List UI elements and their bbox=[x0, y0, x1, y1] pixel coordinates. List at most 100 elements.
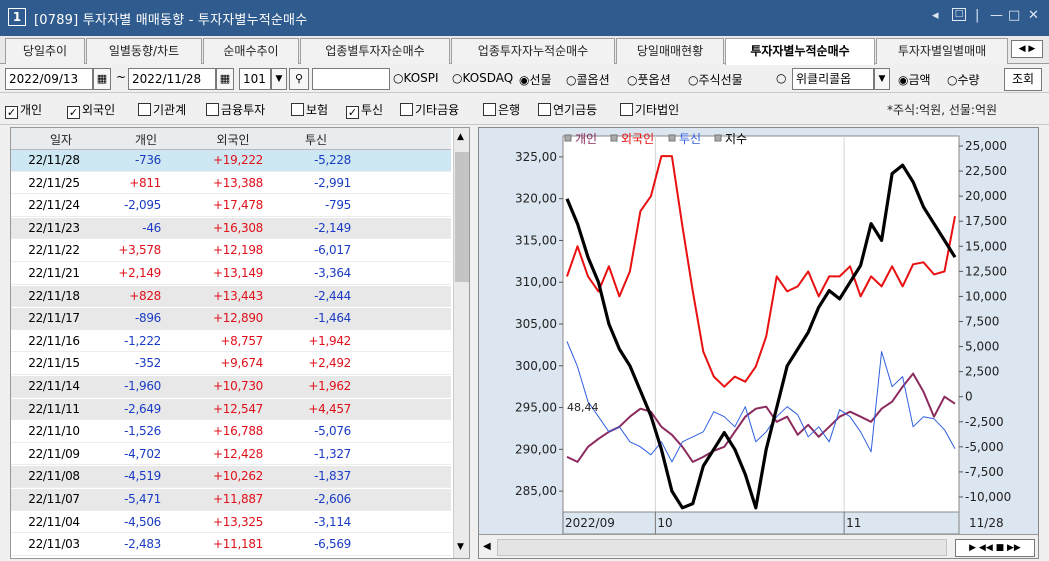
radio-kospi[interactable]: ○KOSPI bbox=[393, 71, 439, 85]
legend-label: 개인 bbox=[575, 132, 597, 146]
table-cell: 22/11/09 bbox=[28, 446, 80, 461]
calendar-icon[interactable]: ▦ bbox=[216, 68, 234, 90]
name-field[interactable] bbox=[312, 68, 390, 90]
radio-stock-futures[interactable]: ○주식선물 bbox=[688, 71, 743, 88]
window-restore-icon[interactable]: □ bbox=[952, 8, 966, 21]
tab-sector-investor[interactable]: 업종별투자자순매수 bbox=[300, 38, 450, 64]
table-row[interactable]: 22/11/11 -2,649 +12,547 +4,457 bbox=[11, 398, 451, 421]
checkbox-insurance[interactable]: 보험 bbox=[291, 101, 328, 118]
chevron-down-icon[interactable]: ▼ bbox=[271, 68, 287, 90]
table-row[interactable]: 22/11/17 -896 +12,890 -1,464 bbox=[11, 308, 451, 330]
radio-weekly[interactable]: ○ bbox=[776, 71, 786, 85]
table-row[interactable]: 22/11/22 +3,578 +12,198 -6,017 bbox=[11, 240, 451, 262]
maximize-icon[interactable]: □ bbox=[1008, 8, 1020, 23]
radio-amount[interactable]: ◉금액 bbox=[898, 71, 931, 88]
tab-investor-daily[interactable]: 투자자별일별매매 bbox=[876, 38, 1008, 64]
tab-scroll-arrows-icon[interactable]: ◀ ▶ bbox=[1011, 40, 1043, 58]
table-cell: +10,262 bbox=[213, 469, 263, 484]
table-cell: +12,428 bbox=[213, 446, 263, 461]
col-individual[interactable]: 개인 bbox=[121, 131, 171, 148]
tab-daily-trend[interactable]: 당일추이 bbox=[5, 38, 85, 64]
close-icon[interactable]: ✕ bbox=[1028, 8, 1039, 23]
scroll-left-icon[interactable]: ◀ bbox=[483, 541, 491, 552]
table-row[interactable]: 22/11/18 +828 +13,443 -2,444 bbox=[11, 285, 451, 308]
checkbox-other-finance[interactable]: 기타금융 bbox=[400, 101, 459, 118]
table-row[interactable]: 22/11/04 -4,506 +13,325 -3,114 bbox=[11, 512, 451, 534]
chart-scroll-track[interactable] bbox=[497, 539, 947, 556]
left-tick-label: 300,00 bbox=[515, 359, 557, 373]
checkbox-individual[interactable]: ✓ 개인 bbox=[5, 101, 42, 119]
marker-value-label: 48,44 bbox=[567, 401, 599, 414]
table-row[interactable]: 22/11/23 -46 +16,308 -2,149 bbox=[11, 217, 451, 240]
scroll-thumb[interactable] bbox=[455, 152, 469, 282]
table-row[interactable]: 22/11/25 +811 +13,388 -2,991 bbox=[11, 173, 451, 195]
start-date-field[interactable]: 2022/09/13 bbox=[5, 68, 93, 90]
table-row[interactable]: 22/11/24 -2,095 +17,478 -795 bbox=[11, 195, 451, 217]
radio-kosdaq[interactable]: ○KOSDAQ bbox=[452, 71, 513, 85]
x-end-label: 11/28 bbox=[969, 516, 1004, 530]
table-cell: +8,757 bbox=[220, 333, 263, 348]
checkbox-bank[interactable]: 은행 bbox=[483, 101, 520, 118]
table-cell: -795 bbox=[324, 198, 351, 213]
vertical-scrollbar[interactable]: ▲ ▼ bbox=[453, 128, 469, 558]
right-tick-label: 12,500 bbox=[965, 264, 1007, 278]
table-cell: -2,483 bbox=[124, 537, 161, 552]
checkbox-investment-trust[interactable]: ✓ 투신 bbox=[346, 101, 383, 119]
scroll-up-icon[interactable]: ▲ bbox=[457, 132, 464, 142]
table-cell: -1,464 bbox=[314, 311, 351, 326]
calendar-icon[interactable]: ▦ bbox=[93, 68, 111, 90]
tab-today-trading[interactable]: 당일매매현황 bbox=[616, 38, 724, 64]
query-button[interactable]: 조회 bbox=[1004, 68, 1042, 91]
col-foreign[interactable]: 외국인 bbox=[203, 131, 263, 148]
checkbox-foreign[interactable]: ✓ 외국인 bbox=[67, 101, 115, 119]
tab-net-buy-trend[interactable]: 순매수추이 bbox=[203, 38, 299, 64]
minimize-icon[interactable]: — bbox=[990, 8, 1003, 23]
table-row[interactable]: 22/11/21 +2,149 +13,149 -3,364 bbox=[11, 263, 451, 285]
weekly-option-select[interactable]: 위클리콜옵 bbox=[792, 68, 874, 90]
table-cell: -5,228 bbox=[314, 153, 351, 167]
table-cell: 22/11/16 bbox=[28, 333, 80, 348]
table-row[interactable]: 22/11/09 -4,702 +12,428 -1,327 bbox=[11, 444, 451, 466]
table-row[interactable]: 22/11/03 -2,483 +11,181 -6,569 bbox=[11, 534, 451, 556]
table-row[interactable]: 22/11/14 -1,960 +10,730 +1,962 bbox=[11, 376, 451, 398]
table-cell: 22/11/28 bbox=[28, 153, 80, 167]
tab-investor-cumulative[interactable]: 투자자별누적순매수 bbox=[725, 38, 875, 65]
search-icon[interactable]: ⚲ bbox=[289, 68, 309, 90]
window-title: [0789] 투자자별 매매동향 - 투자자별누적순매수 bbox=[34, 13, 308, 28]
table-row[interactable]: 22/11/08 -4,519 +10,262 -1,837 bbox=[11, 466, 451, 488]
cumulative-chart[interactable]: 325,00 320,00 315,00 310,00 305,00 300,00 295,… bbox=[478, 127, 1039, 559]
code-field[interactable]: 101 bbox=[239, 68, 271, 90]
table-row[interactable]: 22/11/10 -1,526 +16,788 -5,076 bbox=[11, 421, 451, 443]
checkbox-financial-investment[interactable]: 금융투자 bbox=[206, 101, 265, 118]
radio-call-option[interactable]: ○콜옵션 bbox=[566, 71, 610, 88]
checkbox-institution[interactable]: 기관계 bbox=[138, 101, 186, 118]
chevron-down-icon[interactable]: ▼ bbox=[874, 68, 890, 90]
table-cell: +12,890 bbox=[213, 311, 263, 326]
chart-nav-buttons-icon[interactable]: ▶ ◀◀ ■ ▶▶ bbox=[955, 539, 1035, 557]
col-date[interactable]: 일자 bbox=[36, 131, 86, 148]
table-cell: -4,702 bbox=[124, 446, 161, 461]
checkbox-other-corp[interactable]: 기타법인 bbox=[620, 101, 679, 118]
table-cell: -2,444 bbox=[314, 288, 351, 303]
table-row[interactable]: 22/11/28 -736 +19,222 -5,228 bbox=[11, 150, 451, 172]
radio-futures[interactable]: ◉선물 bbox=[519, 71, 552, 88]
table-cell: +13,388 bbox=[213, 175, 263, 190]
scroll-down-icon[interactable]: ▼ bbox=[457, 542, 464, 552]
table-cell: +2,149 bbox=[118, 266, 161, 280]
table-cell: +1,942 bbox=[308, 333, 351, 348]
end-date-field[interactable]: 2022/11/28 bbox=[128, 68, 216, 90]
radio-quantity[interactable]: ○수량 bbox=[947, 71, 980, 88]
chart-canvas: 325,00 320,00 315,00 310,00 305,00 300,00 295,… bbox=[515, 132, 1011, 534]
table-cell: 22/11/10 bbox=[28, 424, 80, 439]
radio-put-option[interactable]: ○풋옵션 bbox=[627, 71, 671, 88]
checkbox-pension[interactable]: 연기금등 bbox=[538, 101, 597, 118]
table-row[interactable]: 22/11/07 -5,471 +11,887 -2,606 bbox=[11, 489, 451, 511]
table-row[interactable]: 22/11/16 -1,222 +8,757 +1,942 bbox=[11, 331, 451, 353]
tab-sector-cumulative[interactable]: 업종투자자누적순매수 bbox=[451, 38, 615, 64]
col-trust[interactable]: 투신 bbox=[291, 131, 341, 148]
tab-daily-chart[interactable]: 일별동향/차트 bbox=[86, 38, 202, 64]
back-arrow-icon[interactable]: ◂ bbox=[932, 8, 939, 23]
title-bar: 1 [0789] 투자자별 매매동향 - 투자자별누적순매수 ◂ □ | — □… bbox=[0, 0, 1049, 36]
table-row[interactable]: 22/11/15 -352 +9,674 +2,492 bbox=[11, 353, 451, 375]
table-cell: +16,308 bbox=[213, 220, 263, 235]
